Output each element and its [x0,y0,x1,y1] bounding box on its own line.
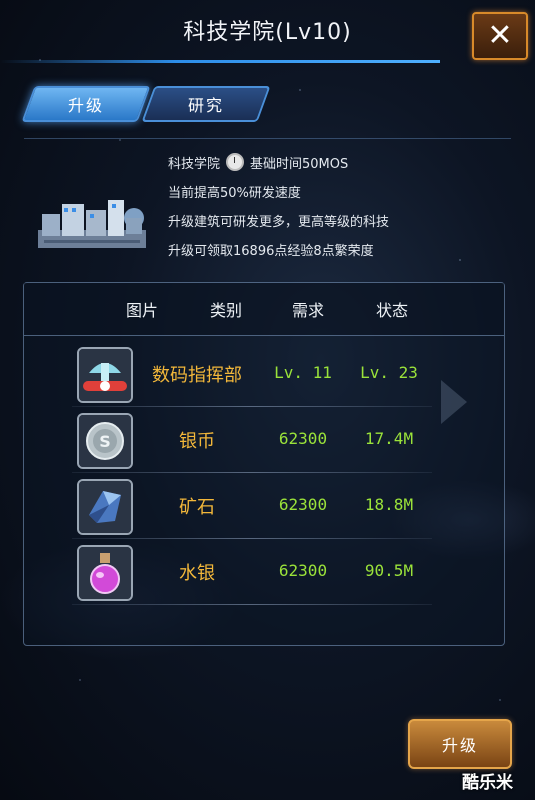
info-line-1: 科技学院 基础时间50MOS [168,150,389,179]
tab-upgrade-label: 升级 [67,96,104,115]
row-divider [72,604,432,605]
info-line-2: 当前提高50%研发速度 [168,186,301,201]
table-row: 水银 62300 90.5M [72,539,432,605]
row-type: 银币 [179,431,215,452]
info-line-4: 升级可领取16896点经验8点繁荣度 [168,244,374,259]
digimon-command-icon [77,347,133,403]
svg-text:S: S [99,432,111,451]
info-line-3: 升级建筑可研发更多，更高等级的科技 [168,215,390,230]
header-divider [0,60,440,63]
building-info: 科技学院 基础时间50MOS 当前提高50%研发速度 升级建筑可研发更多，更高等级… [168,150,389,266]
header-type: 类别 [209,301,242,320]
silver-coin-icon: S [77,413,133,469]
table-header: 图片 类别 需求 状态 [24,283,504,336]
row-status: Lv. 23 [360,363,418,382]
tab-research-label: 研究 [187,96,224,115]
section-divider [24,138,511,139]
table-row: S 银币 62300 17.4M [72,407,432,473]
upgrade-button[interactable]: 升级 [408,719,512,769]
mercury-icon [77,545,133,601]
watermark: 酷乐米 [462,773,513,793]
row-status: 90.5M [364,561,414,580]
row-type: 水银 [179,563,215,584]
tab-upgrade[interactable]: 升级 [21,86,151,122]
upgrade-button-label: 升级 [441,736,478,755]
table-row: 数码指挥部 Lv. 11 Lv. 23 [72,341,432,407]
row-type: 矿石 [179,497,215,518]
header: 科技学院(Lv10) ✕ [0,0,535,70]
academy-building-icon [34,190,150,254]
header-requirement: 需求 [291,301,324,320]
row-status: 18.8M [364,495,414,514]
row-status: 17.4M [364,429,414,448]
table-row: 矿石 62300 18.8M [72,473,432,539]
base-time: 基础时间50MOS [250,157,349,172]
arrow-decoration [441,380,467,424]
header-image: 图片 [125,301,158,320]
requirements-table: 图片 类别 需求 状态 数码指挥部 Lv. 11 Lv. 23 S 银币 623… [23,282,505,646]
clock-icon [226,153,245,171]
ore-icon [77,479,133,535]
row-type: 数码指挥部 [152,365,242,386]
header-status: 状态 [375,301,408,320]
building-name: 科技学院 [168,157,221,172]
tab-research[interactable]: 研究 [141,86,271,122]
close-button[interactable]: ✕ [472,12,528,60]
page-title: 科技学院(Lv10) [183,20,352,45]
close-icon: ✕ [487,18,513,53]
